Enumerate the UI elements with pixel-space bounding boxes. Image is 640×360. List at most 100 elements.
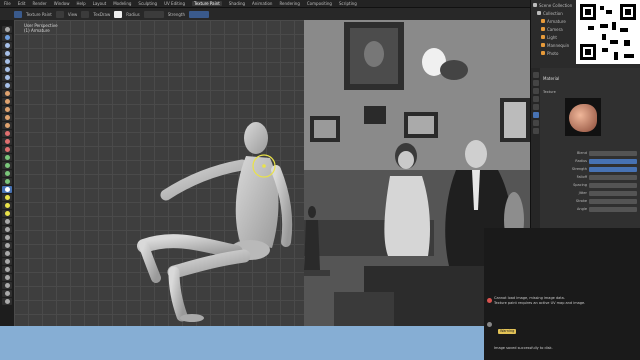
physics-tab[interactable]: [532, 128, 539, 134]
armature-icon: [541, 19, 545, 23]
prop-row[interactable]: Spacing: [543, 182, 637, 188]
brush-tool-10[interactable]: [2, 162, 12, 169]
outliner-row[interactable]: Photo: [541, 50, 558, 56]
prop-row[interactable]: Radius: [543, 158, 637, 164]
tool-tab[interactable]: [532, 72, 539, 78]
outliner-row-label: Armature: [547, 18, 566, 24]
fill-tool-button[interactable]: [2, 74, 12, 81]
outliner-row[interactable]: Mannequin: [541, 42, 569, 48]
brush-tool-4[interactable]: [2, 114, 12, 121]
brush-tool-19[interactable]: [2, 234, 12, 241]
prop-row[interactable]: Angle: [543, 206, 637, 212]
outliner-row[interactable]: Light: [541, 34, 557, 40]
prop-field[interactable]: [589, 158, 637, 164]
brush-tool-7[interactable]: [2, 138, 12, 145]
draw-tool-button[interactable]: [2, 42, 12, 49]
menu-item[interactable]: Shading: [229, 1, 245, 6]
menu-item[interactable]: Window: [54, 1, 70, 6]
prop-field[interactable]: [589, 174, 637, 180]
brush-tool-9[interactable]: [2, 154, 12, 161]
strength-label: Strength: [167, 11, 186, 17]
outliner-row[interactable]: Armature: [541, 18, 566, 24]
qr-code-icon: [576, 0, 640, 64]
brush-tool-6[interactable]: [2, 130, 12, 137]
menu-item[interactable]: Help: [76, 1, 85, 6]
prop-field[interactable]: [589, 198, 637, 204]
output-tab[interactable]: [532, 88, 539, 94]
brush-tool-13-selected[interactable]: [2, 186, 12, 193]
brush-tool-26[interactable]: [2, 290, 12, 297]
view-menu-button[interactable]: [55, 10, 64, 18]
brush-tool-22[interactable]: [2, 258, 12, 265]
brush-tool-15[interactable]: [2, 202, 12, 209]
menu-item[interactable]: Animation: [252, 1, 272, 6]
outliner-row[interactable]: Scene Collection: [533, 2, 572, 8]
menu-item[interactable]: Scripting: [339, 1, 357, 6]
brush-tool-11[interactable]: [2, 170, 12, 177]
outliner-row[interactable]: Camera: [541, 26, 563, 32]
brush-tool-25[interactable]: [2, 282, 12, 289]
menu-item[interactable]: Texture Paint: [191, 1, 222, 6]
prop-row[interactable]: Strength: [543, 166, 637, 172]
cursor-tool-button[interactable]: [2, 34, 12, 41]
mode-label[interactable]: Texture Paint: [26, 12, 52, 17]
outliner-row[interactable]: Collection: [537, 10, 563, 16]
brush-tool-1[interactable]: [2, 90, 12, 97]
brush-tool-12[interactable]: [2, 178, 12, 185]
texture-preview[interactable]: [565, 98, 601, 136]
soften-tool-button[interactable]: [2, 50, 12, 57]
brush-tool-23[interactable]: [2, 266, 12, 273]
prop-row[interactable]: Falloff: [543, 174, 637, 180]
menu-item[interactable]: Rendering: [279, 1, 299, 6]
object-tab[interactable]: [532, 104, 539, 110]
mannequin-figure[interactable]: [14, 20, 304, 326]
brush-tool-5[interactable]: [2, 122, 12, 129]
mask-tool-button[interactable]: [2, 82, 12, 89]
menu-item[interactable]: Modeling: [113, 1, 131, 6]
prop-field[interactable]: [589, 190, 637, 196]
clone-tool-button[interactable]: [2, 66, 12, 73]
prop-field[interactable]: [589, 206, 637, 212]
brush-tool-8[interactable]: [2, 146, 12, 153]
prop-row[interactable]: Blend: [543, 150, 637, 156]
3d-viewport[interactable]: User Perspective (1) Armature: [14, 20, 304, 326]
color-swatch[interactable]: [114, 10, 123, 18]
menu-item[interactable]: Compositing: [307, 1, 332, 6]
scene-tab[interactable]: [532, 96, 539, 102]
brush-label[interactable]: TexDraw: [93, 12, 110, 17]
prop-row[interactable]: Stroke: [543, 198, 637, 204]
menu-item[interactable]: Sculpting: [138, 1, 157, 6]
brush-tool-27[interactable]: [2, 298, 12, 305]
brush-tool-2[interactable]: [2, 98, 12, 105]
log-message-1: Cannot load image, missing image data.: [494, 296, 565, 300]
prop-field[interactable]: [589, 150, 637, 156]
texture-tab[interactable]: [532, 120, 539, 126]
prop-field[interactable]: [589, 166, 637, 172]
mode-select-button[interactable]: [14, 10, 22, 18]
brush-tool-18[interactable]: [2, 226, 12, 233]
prop-row[interactable]: Jitter: [543, 190, 637, 196]
material-tab[interactable]: [532, 112, 539, 118]
menu-item[interactable]: UV Editing: [164, 1, 185, 6]
menu-item[interactable]: Edit: [18, 1, 26, 6]
prop-label: Strength: [571, 167, 587, 171]
brush-tool-21[interactable]: [2, 250, 12, 257]
menu-item[interactable]: Layout: [93, 1, 107, 6]
strength-field[interactable]: [189, 10, 210, 18]
menu-item[interactable]: File: [4, 1, 11, 6]
menu-item[interactable]: Render: [32, 1, 46, 6]
view-label[interactable]: View: [68, 12, 78, 17]
brush-button[interactable]: [81, 10, 90, 18]
outliner-row-label: Collection: [543, 10, 563, 16]
select-tool-button[interactable]: [2, 26, 12, 33]
brush-tool-3[interactable]: [2, 106, 12, 113]
brush-tool-14[interactable]: [2, 194, 12, 201]
prop-field[interactable]: [589, 182, 637, 188]
brush-tool-20[interactable]: [2, 242, 12, 249]
brush-tool-17[interactable]: [2, 218, 12, 225]
brush-tool-24[interactable]: [2, 274, 12, 281]
render-tab[interactable]: [532, 80, 539, 86]
smear-tool-button[interactable]: [2, 58, 12, 65]
radius-field[interactable]: [143, 10, 164, 18]
brush-tool-16[interactable]: [2, 210, 12, 217]
